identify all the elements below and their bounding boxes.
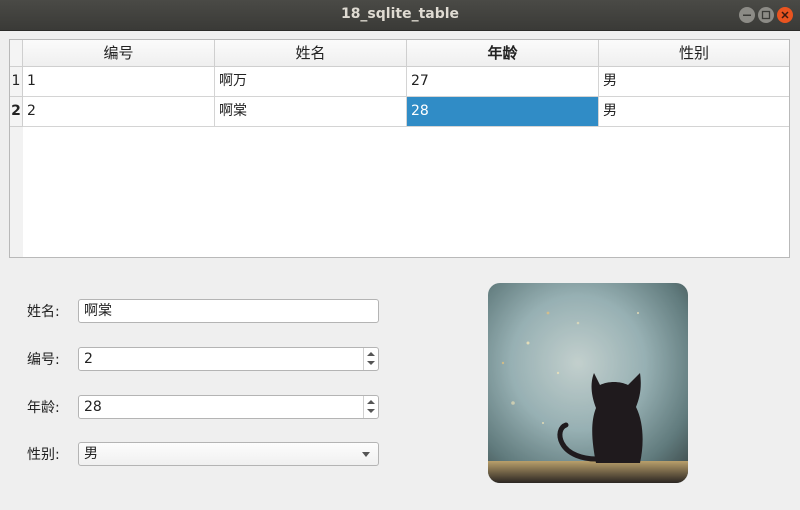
column-header-gender[interactable]: 性别 [599, 40, 789, 67]
close-button[interactable] [777, 7, 793, 23]
age-label: 年龄: [27, 400, 60, 416]
spin-down-icon[interactable] [367, 361, 375, 365]
maximize-button[interactable] [758, 7, 774, 23]
table-cell[interactable]: 27 [407, 67, 599, 97]
name-field[interactable]: 啊棠 [78, 299, 379, 323]
age-value: 28 [84, 399, 102, 415]
maximize-icon [761, 10, 771, 20]
name-value: 啊棠 [84, 303, 112, 319]
gender-value: 男 [84, 446, 98, 462]
spin-up-icon[interactable] [367, 400, 375, 404]
table-cell-selected[interactable]: 28 [407, 97, 599, 127]
gender-label: 性别: [27, 447, 60, 463]
column-header-id[interactable]: 编号 [23, 40, 215, 67]
close-icon [781, 11, 789, 19]
column-header-age[interactable]: 年龄 [407, 40, 599, 67]
gender-combobox[interactable]: 男 [78, 442, 379, 466]
table-cell[interactable]: 2 [23, 97, 215, 127]
table-cell[interactable]: 1 [23, 67, 215, 97]
table-cell[interactable]: 男 [599, 97, 789, 127]
minimize-icon [743, 14, 751, 16]
spin-up-icon[interactable] [367, 352, 375, 356]
id-value: 2 [84, 351, 93, 367]
age-spin-buttons[interactable] [363, 396, 378, 418]
row-header-2[interactable]: 2 [10, 97, 23, 127]
row-header-empty [10, 127, 23, 257]
table-corner-button[interactable] [10, 40, 23, 67]
table-cell[interactable]: 男 [599, 67, 789, 97]
column-header-name[interactable]: 姓名 [215, 40, 407, 67]
spin-down-icon[interactable] [367, 409, 375, 413]
cat-silhouette-image [488, 283, 688, 483]
minimize-button[interactable] [739, 7, 755, 23]
id-label: 编号: [27, 352, 60, 368]
table-cell[interactable]: 啊棠 [215, 97, 407, 127]
age-spinbox[interactable]: 28 [78, 395, 379, 419]
row-header-1[interactable]: 1 [10, 67, 23, 97]
data-table[interactable]: 编号 姓名 年龄 性别 1 1 啊万 27 男 2 2 啊棠 28 男 [9, 39, 790, 258]
name-label: 姓名: [27, 304, 60, 320]
id-spin-buttons[interactable] [363, 348, 378, 370]
cat-photo [488, 283, 688, 483]
id-spinbox[interactable]: 2 [78, 347, 379, 371]
window-title: 18_sqlite_table [340, 6, 460, 22]
title-bar: 18_sqlite_table [0, 0, 800, 31]
chevron-down-icon [362, 452, 370, 457]
table-cell[interactable]: 啊万 [215, 67, 407, 97]
